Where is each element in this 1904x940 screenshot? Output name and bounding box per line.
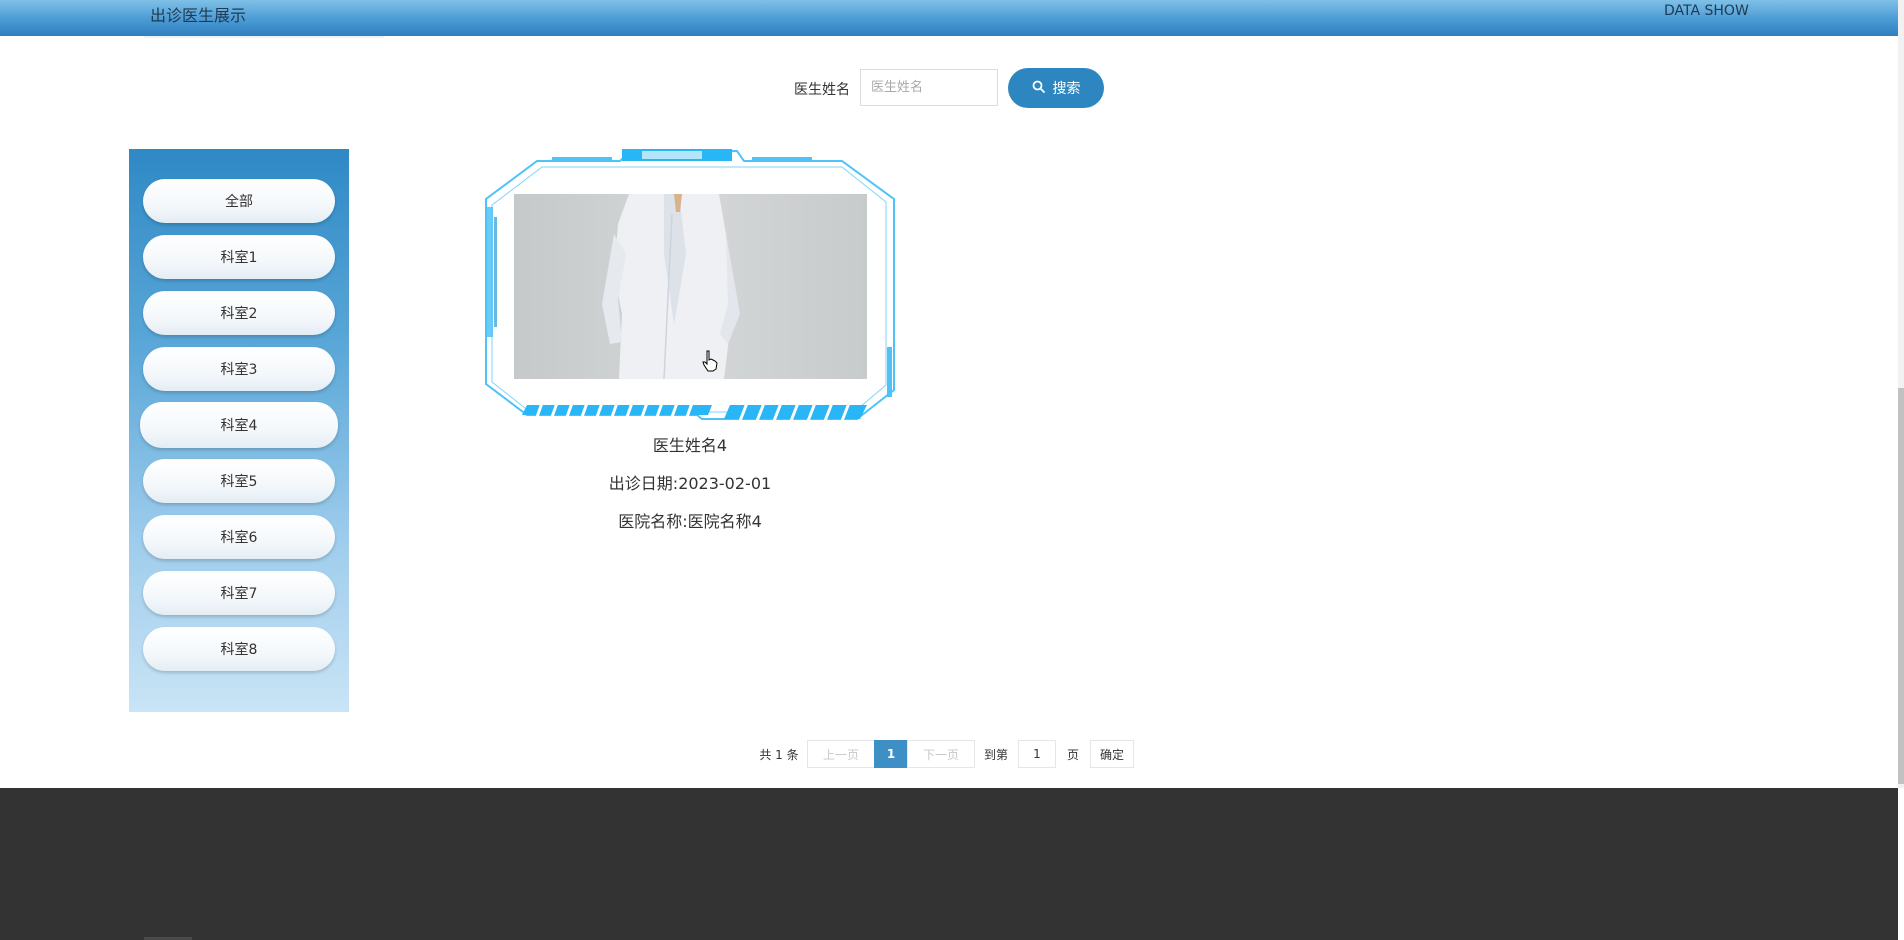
sidebar-item-dept-5[interactable]: 科室5: [143, 459, 335, 503]
doctor-name-search-input[interactable]: [860, 69, 998, 106]
sidebar-item-label: 科室1: [220, 250, 258, 266]
sidebar-item-dept-3[interactable]: 科室3: [143, 347, 335, 391]
sidebar-item-label: 科室5: [220, 474, 258, 490]
goto-confirm-button[interactable]: 确定: [1090, 740, 1134, 768]
sidebar-item-dept-7[interactable]: 科室7: [143, 571, 335, 615]
department-sidebar: 全部 科室1 科室2 科室3 科室4 科室5 科室6 科室7 科室8: [129, 149, 349, 712]
page-unit-label: 页: [1066, 747, 1079, 762]
top-header-bar: 出诊医生展示 DATA SHOW: [0, 0, 1898, 38]
goto-label: 到第: [983, 747, 1008, 762]
sidebar-item-dept-4[interactable]: 科室4: [140, 402, 338, 448]
page-footer: [0, 788, 1898, 940]
sidebar-item-dept-8[interactable]: 科室8: [143, 627, 335, 671]
doctor-name[interactable]: 医生姓名4: [482, 432, 898, 456]
sidebar-item-dept-6[interactable]: 科室6: [143, 515, 335, 559]
visit-date: 出诊日期:2023-02-01: [608, 474, 772, 493]
sidebar-item-label: 科室6: [220, 530, 258, 546]
sidebar-item-label: 全部: [225, 194, 253, 210]
pagination-total: 共 1 条: [759, 747, 799, 762]
page-title: 出诊医生展示: [150, 6, 247, 25]
sidebar-item-label: 科室8: [220, 642, 258, 658]
search-icon: [1032, 80, 1045, 97]
current-page-button[interactable]: 1: [874, 740, 908, 768]
sidebar-item-label: 科室7: [220, 586, 258, 602]
hand-pointer-icon: [702, 350, 718, 376]
search-button-label: 搜索: [1052, 81, 1081, 97]
sidebar-item-dept-2[interactable]: 科室2: [143, 291, 335, 335]
prev-page-button[interactable]: 上一页: [807, 740, 875, 768]
page-scrollbar-thumb[interactable]: [1898, 388, 1904, 784]
sidebar-item-label: 科室3: [220, 362, 258, 378]
next-page-button[interactable]: 下一页: [907, 740, 975, 768]
goto-page-input[interactable]: [1018, 740, 1056, 768]
sidebar-item-label: 科室4: [220, 418, 258, 434]
search-button[interactable]: 搜索: [1008, 68, 1104, 108]
title-underline: [144, 36, 384, 38]
search-label: 医生姓名: [794, 82, 850, 98]
sidebar-item-all[interactable]: 全部: [143, 179, 335, 223]
doctor-photo[interactable]: [514, 194, 867, 379]
sidebar-item-label: 科室2: [220, 306, 258, 322]
sidebar-item-dept-1[interactable]: 科室1: [143, 235, 335, 279]
header-right-text: DATA SHOW: [1664, 3, 1749, 19]
hospital-name: 医院名称:医院名称4: [618, 512, 762, 531]
